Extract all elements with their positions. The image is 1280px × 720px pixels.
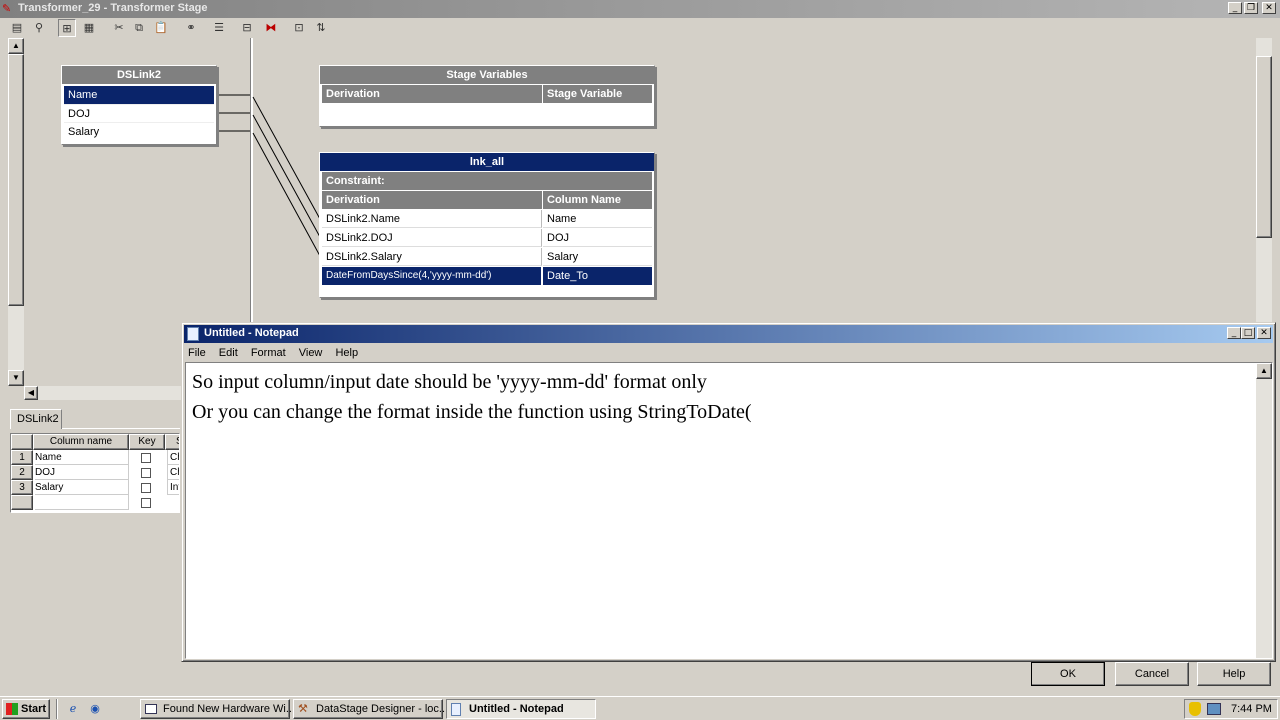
notepad-title: Untitled - Notepad [204, 327, 299, 339]
task-found-new-hardware[interactable]: Found New Hardware Wi... [140, 699, 295, 719]
derivation-cell-selected[interactable]: DateFromDaysSince(4,'yyyy-mm-dd') [322, 267, 542, 285]
grid-cell-name[interactable]: Name [35, 450, 129, 465]
output-column-header: Column Name [543, 191, 652, 209]
notepad-close-button[interactable]: ✕ [1257, 327, 1271, 339]
column-name-cell[interactable]: DOJ [543, 229, 652, 247]
cancel-button[interactable]: Cancel [1115, 662, 1189, 686]
constraint-label[interactable]: Constraint: [322, 172, 652, 190]
column-name-cell[interactable]: Salary [543, 248, 652, 266]
grid-key-checkbox[interactable] [141, 498, 151, 508]
grid-corner [11, 434, 33, 450]
grid-cell-name-empty[interactable] [35, 495, 129, 510]
notepad-scroll-up-button[interactable]: ▲ [1256, 363, 1272, 379]
input-column-name[interactable]: Name [64, 86, 214, 104]
stage-variables-table[interactable]: Stage Variables Derivation Stage Variabl… [319, 65, 655, 127]
notepad-maximize-button[interactable]: □ [1241, 327, 1255, 339]
link-line-name-out [252, 96, 321, 220]
tab-dslink2-label: DSLink2 [17, 413, 59, 425]
grid-cell-type[interactable]: Char [167, 465, 179, 480]
derivation-cell[interactable]: DSLink2.Name [322, 210, 542, 228]
help-button[interactable]: Help [1197, 662, 1271, 686]
grid-row-number-empty [11, 495, 33, 510]
grid-header-sql-type[interactable]: S [165, 434, 179, 450]
start-label: Start [21, 703, 47, 715]
grid-row-number: 3 [11, 480, 33, 495]
security-shield-icon[interactable] [1189, 702, 1201, 716]
menu-format[interactable]: Format [251, 347, 286, 359]
notepad-vscrollbar[interactable]: ▲ [1256, 363, 1272, 658]
input-column-salary[interactable]: Salary [64, 122, 214, 140]
metadata-grid[interactable]: Column name Key S 1 Name Char 2 DOJ Char… [10, 433, 180, 513]
grid-cell-type[interactable]: Char [167, 450, 179, 465]
ie-quicklaunch-icon[interactable]: ℯ [64, 700, 82, 718]
notepad-icon [187, 327, 199, 341]
metadata-tab-line [62, 428, 180, 429]
windows-logo-icon [6, 703, 18, 715]
ok-button[interactable]: OK [1031, 662, 1105, 686]
stage-var-derivation-header: Derivation [322, 85, 542, 103]
notepad-text-area[interactable]: So input column/input date should be 'yy… [185, 362, 1273, 659]
notepad-minimize-button[interactable]: _ [1227, 327, 1241, 339]
task-label: Untitled - Notepad [469, 703, 564, 715]
grid-cell-type[interactable]: Integ [167, 480, 179, 495]
notepad-title-bar[interactable]: Untitled - Notepad _ □ ✕ [184, 325, 1273, 343]
grid-row-number: 1 [11, 450, 33, 465]
derivation-cell[interactable]: DSLink2.Salary [322, 248, 542, 266]
menu-file[interactable]: File [188, 347, 206, 359]
clock[interactable]: 7:44 PM [1231, 703, 1272, 715]
quicklaunch-separator [56, 699, 58, 719]
column-name-cell-selected[interactable]: Date_To [543, 267, 652, 285]
task-label: Found New Hardware Wi... [163, 703, 296, 715]
stage-var-name-header: Stage Variable [543, 85, 652, 103]
grid-header-key[interactable]: Key [129, 434, 165, 450]
notepad-menu-bar: File Edit Format View Help [188, 345, 788, 361]
column-name-cell[interactable]: Name [543, 210, 652, 228]
grid-row-number: 2 [11, 465, 33, 480]
menu-view[interactable]: View [299, 347, 323, 359]
notepad-task-icon [451, 703, 461, 716]
notepad-window: Untitled - Notepad _ □ ✕ File Edit Forma… [181, 322, 1276, 662]
input-column-doj[interactable]: DOJ [64, 104, 214, 122]
task-datastage-designer[interactable]: ⚒ DataStage Designer - loc... [293, 699, 448, 719]
grid-cell-name[interactable]: DOJ [35, 465, 129, 480]
output-derivation-header: Derivation [322, 191, 542, 209]
menu-help[interactable]: Help [335, 347, 358, 359]
desktop-quicklaunch-icon[interactable]: ◉ [86, 700, 104, 718]
grid-key-checkbox[interactable] [141, 468, 151, 478]
notepad-text-line-1: So input column/input date should be 'yy… [192, 371, 707, 393]
link-line-salary-out [252, 132, 321, 257]
stage-variables-title: Stage Variables [320, 66, 654, 84]
link-line-doj-out [252, 114, 321, 238]
menu-edit[interactable]: Edit [219, 347, 238, 359]
grid-key-checkbox[interactable] [141, 453, 151, 463]
start-button[interactable]: Start [2, 699, 50, 719]
grid-header-column-name[interactable]: Column name [33, 434, 129, 450]
output-link-title: lnk_all [320, 153, 654, 171]
tab-dslink2[interactable]: DSLink2 [10, 409, 62, 429]
task-notepad-active[interactable]: Untitled - Notepad [446, 699, 596, 719]
notepad-text-line-2: Or you can change the format inside the … [192, 401, 752, 423]
window-icon [145, 704, 157, 714]
input-link-table[interactable]: DSLink2 Name DOJ Salary [61, 65, 217, 145]
grid-cell-name[interactable]: Salary [35, 480, 129, 495]
system-tray: 7:44 PM [1184, 699, 1278, 719]
output-link-table[interactable]: lnk_all Constraint: Derivation Column Na… [319, 152, 655, 298]
task-label: DataStage Designer - loc... [316, 703, 449, 715]
taskbar: Start ℯ ◉ Found New Hardware Wi... ⚒ Dat… [0, 696, 1280, 720]
datastage-icon: ⚒ [298, 702, 308, 715]
grid-key-checkbox[interactable] [141, 483, 151, 493]
derivation-cell[interactable]: DSLink2.DOJ [322, 229, 542, 247]
input-link-title: DSLink2 [62, 66, 216, 84]
network-icon[interactable] [1207, 703, 1221, 715]
